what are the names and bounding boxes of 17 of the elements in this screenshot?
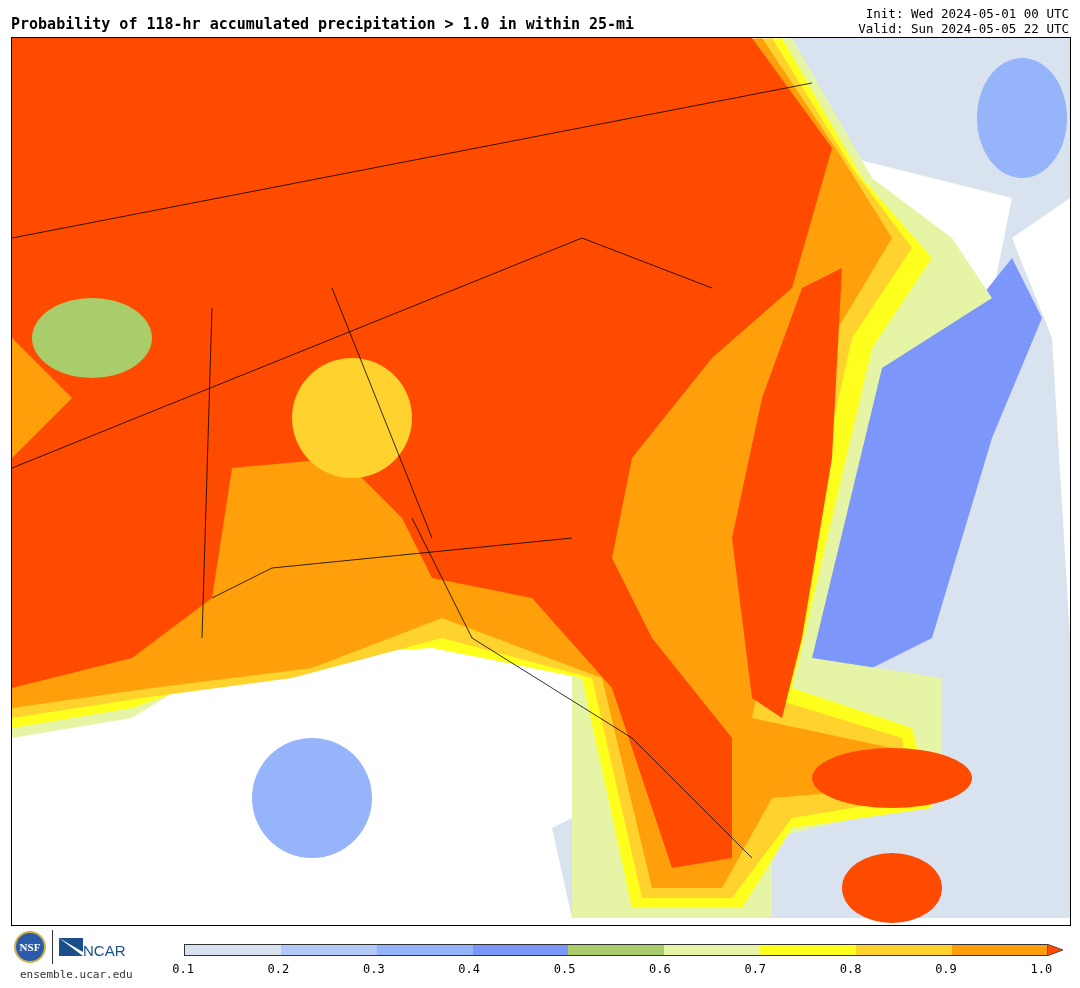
valid-time: Valid: Sun 2024-05-05 22 UTC bbox=[858, 21, 1069, 36]
colorbar-tick-label: 0.5 bbox=[553, 962, 576, 976]
colorbar-tick-label: 0.4 bbox=[458, 962, 480, 976]
colorbar-tick-label: 0.9 bbox=[935, 962, 957, 976]
colorbar-tick-label: 0.3 bbox=[362, 962, 385, 976]
init-time: Init: Wed 2024-05-01 00 UTC bbox=[864, 6, 1069, 21]
ncar-logo-icon bbox=[59, 938, 83, 956]
colorbar-tick-label: 0.6 bbox=[649, 962, 671, 976]
site-url: ensemble.ucar.edu bbox=[19, 968, 134, 981]
ncar-logo-text: NCAR bbox=[83, 941, 126, 959]
nsf-logo: NSF bbox=[14, 931, 46, 963]
chart-title: Probability of 118-hr accumulated precipitation > 1.0 in within 25-mi bbox=[11, 15, 635, 35]
colorbar-tick-label: 0.1 bbox=[172, 962, 194, 976]
colorbar-tick-label: 0.8 bbox=[839, 962, 862, 976]
colorbar-tick-label: 0.2 bbox=[267, 962, 290, 976]
colorbar-tick-label: 0.7 bbox=[744, 962, 767, 976]
colorbar-tick-label: 1.0 bbox=[1030, 962, 1053, 976]
